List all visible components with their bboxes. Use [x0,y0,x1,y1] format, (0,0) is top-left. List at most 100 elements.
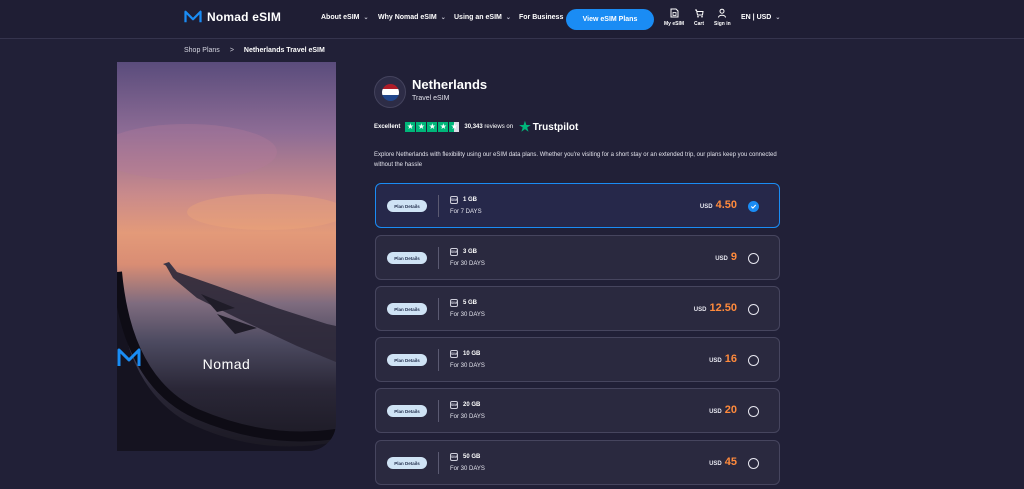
plan-radio[interactable] [748,458,759,469]
plan-option[interactable]: Plan Details SIM 10 GB For 30 DAYS USD 16 [375,337,780,382]
breadcrumb: Shop Plans > Netherlands Travel eSIM [184,47,325,54]
plan-data-amount: 1 GB [463,197,478,203]
plan-details-button[interactable]: Plan Details [387,354,427,366]
nav-about-esim[interactable]: About eSIM ⌄ [321,14,369,21]
breadcrumb-current: Netherlands Travel eSIM [243,47,325,54]
plan-details-button[interactable]: Plan Details [387,252,427,264]
rating-stars: ★ ★ ★ ★ ★ [405,122,460,132]
plan-data: SIM 10 GB [450,350,480,358]
plan-option[interactable]: Plan Details SIM 5 GB For 30 DAYS USD 12.5… [375,286,780,331]
check-icon [750,204,757,209]
hero-brand: Nomad [117,348,336,372]
plan-amount: 45 [724,456,737,468]
plan-price: USD 4.50 [700,199,737,211]
reviews-count: 30,343 reviews on [464,124,513,130]
plan-validity: For 30 DAYS [450,414,485,420]
rating-label: Excellent [374,124,401,130]
user-icon [718,8,727,18]
cart-button[interactable]: Cart [694,8,704,27]
plan-radio[interactable] [748,304,759,315]
plan-validity: For 30 DAYS [450,312,485,318]
plan-validity: For 30 DAYS [450,261,485,267]
chevron-down-icon: ⌄ [440,15,446,21]
star-icon: ★ [405,122,416,132]
plan-validity: For 30 DAYS [450,363,485,369]
trustpilot-logo: ★ Trustpilot [519,119,578,135]
hero-image: Nomad [117,62,336,451]
plan-divider [438,195,439,217]
plan-radio-selected[interactable] [748,201,759,212]
plan-amount: 9 [730,251,737,263]
country-flag [374,76,406,108]
sim-card-icon: SIM [450,401,458,409]
brand-name: Nomad eSIM [207,10,282,24]
country-subtitle: Travel eSIM [412,95,450,102]
plan-price: USD 12.50 [694,302,737,314]
brand-logo[interactable]: Nomad eSIM [184,10,281,24]
trustpilot-name: Trustpilot [532,121,579,133]
plan-validity: For 7 DAYS [450,209,482,215]
plan-price: USD 9 [715,251,737,263]
plan-data: SIM 5 GB [450,299,477,307]
plan-option[interactable]: Plan Details SIM 50 GB For 30 DAYS USD 45 [375,440,780,485]
plan-details-button[interactable]: Plan Details [387,200,427,212]
my-esim-button[interactable]: My eSIM [664,8,684,27]
nav-for-business-label: For Business [519,14,564,21]
plan-data-amount: 3 GB [463,249,478,255]
plan-amount: 16 [724,353,737,365]
plan-price: USD 16 [709,353,737,365]
plan-currency: USD [709,461,722,467]
sim-card-icon [670,8,679,18]
language-currency-selector[interactable]: EN | USD ⌄ [741,14,780,21]
sign-in-button[interactable]: Sign in [714,8,731,27]
nomad-logo-icon [117,348,141,366]
top-navigation: Nomad eSIM About eSIM ⌄ Why Nomad eSIM ⌄ U… [0,0,1024,39]
netherlands-flag-icon [381,83,399,101]
plan-currency: USD [709,409,722,415]
plan-validity: For 30 DAYS [450,466,485,472]
plan-radio[interactable] [748,406,759,417]
flag-stripe-blue [381,94,399,101]
reviews-number: 30,343 [464,124,483,130]
plan-data: SIM 3 GB [450,248,477,256]
sim-card-icon: SIM [450,350,458,358]
plan-radio[interactable] [748,253,759,264]
country-title: Netherlands [412,77,488,92]
plan-option[interactable]: Plan Details SIM 1 GB For 7 DAYS USD 4.50 [375,183,780,228]
hero-brand-name: Nomad [202,356,251,372]
plan-currency: USD [715,256,728,262]
plan-details-button[interactable]: Plan Details [387,405,427,417]
plan-data: SIM 20 GB [450,401,480,409]
sim-card-icon: SIM [450,453,458,461]
plan-data-amount: 10 GB [463,351,481,357]
plan-data-amount: 50 GB [463,454,481,460]
nav-why-nomad[interactable]: Why Nomad eSIM ⌄ [378,14,446,21]
plan-details-button[interactable]: Plan Details [387,457,427,469]
breadcrumb-separator: > [229,47,234,54]
product-description: Explore Netherlands with flexibility usi… [374,152,777,168]
plan-details-button[interactable]: Plan Details [387,303,427,315]
plan-divider [438,298,439,320]
plan-currency: USD [693,307,707,313]
cart-label: Cart [694,21,705,27]
sim-card-icon: SIM [450,299,458,307]
star-icon: ★ [427,122,438,132]
plan-option[interactable]: Plan Details SIM 20 GB For 30 DAYS USD 20 [375,388,780,433]
plan-data: SIM 1 GB [450,196,477,204]
plan-currency: USD [709,358,722,364]
plan-price: USD 45 [709,456,737,468]
view-esim-plans-button[interactable]: View eSIM Plans [566,9,654,30]
airplane-window-illustration [117,124,336,451]
half-star-icon: ★ [449,122,460,132]
plan-radio[interactable] [748,355,759,366]
plan-option[interactable]: Plan Details SIM 3 GB For 30 DAYS USD 9 [375,235,780,280]
plan-data-amount: 5 GB [463,300,478,306]
reviews-suffix: reviews on [484,124,514,130]
trustpilot-rating[interactable]: Excellent ★ ★ ★ ★ ★ 30,343 reviews on ★ T… [374,119,578,135]
breadcrumb-shop-plans[interactable]: Shop Plans [184,47,220,54]
nomad-logo-icon [184,10,202,23]
cart-icon [695,9,704,18]
nav-for-business[interactable]: For Business [519,14,563,21]
nav-why-nomad-label: Why Nomad eSIM [378,14,437,21]
nav-using-esim[interactable]: Using an eSIM ⌄ [454,14,511,21]
